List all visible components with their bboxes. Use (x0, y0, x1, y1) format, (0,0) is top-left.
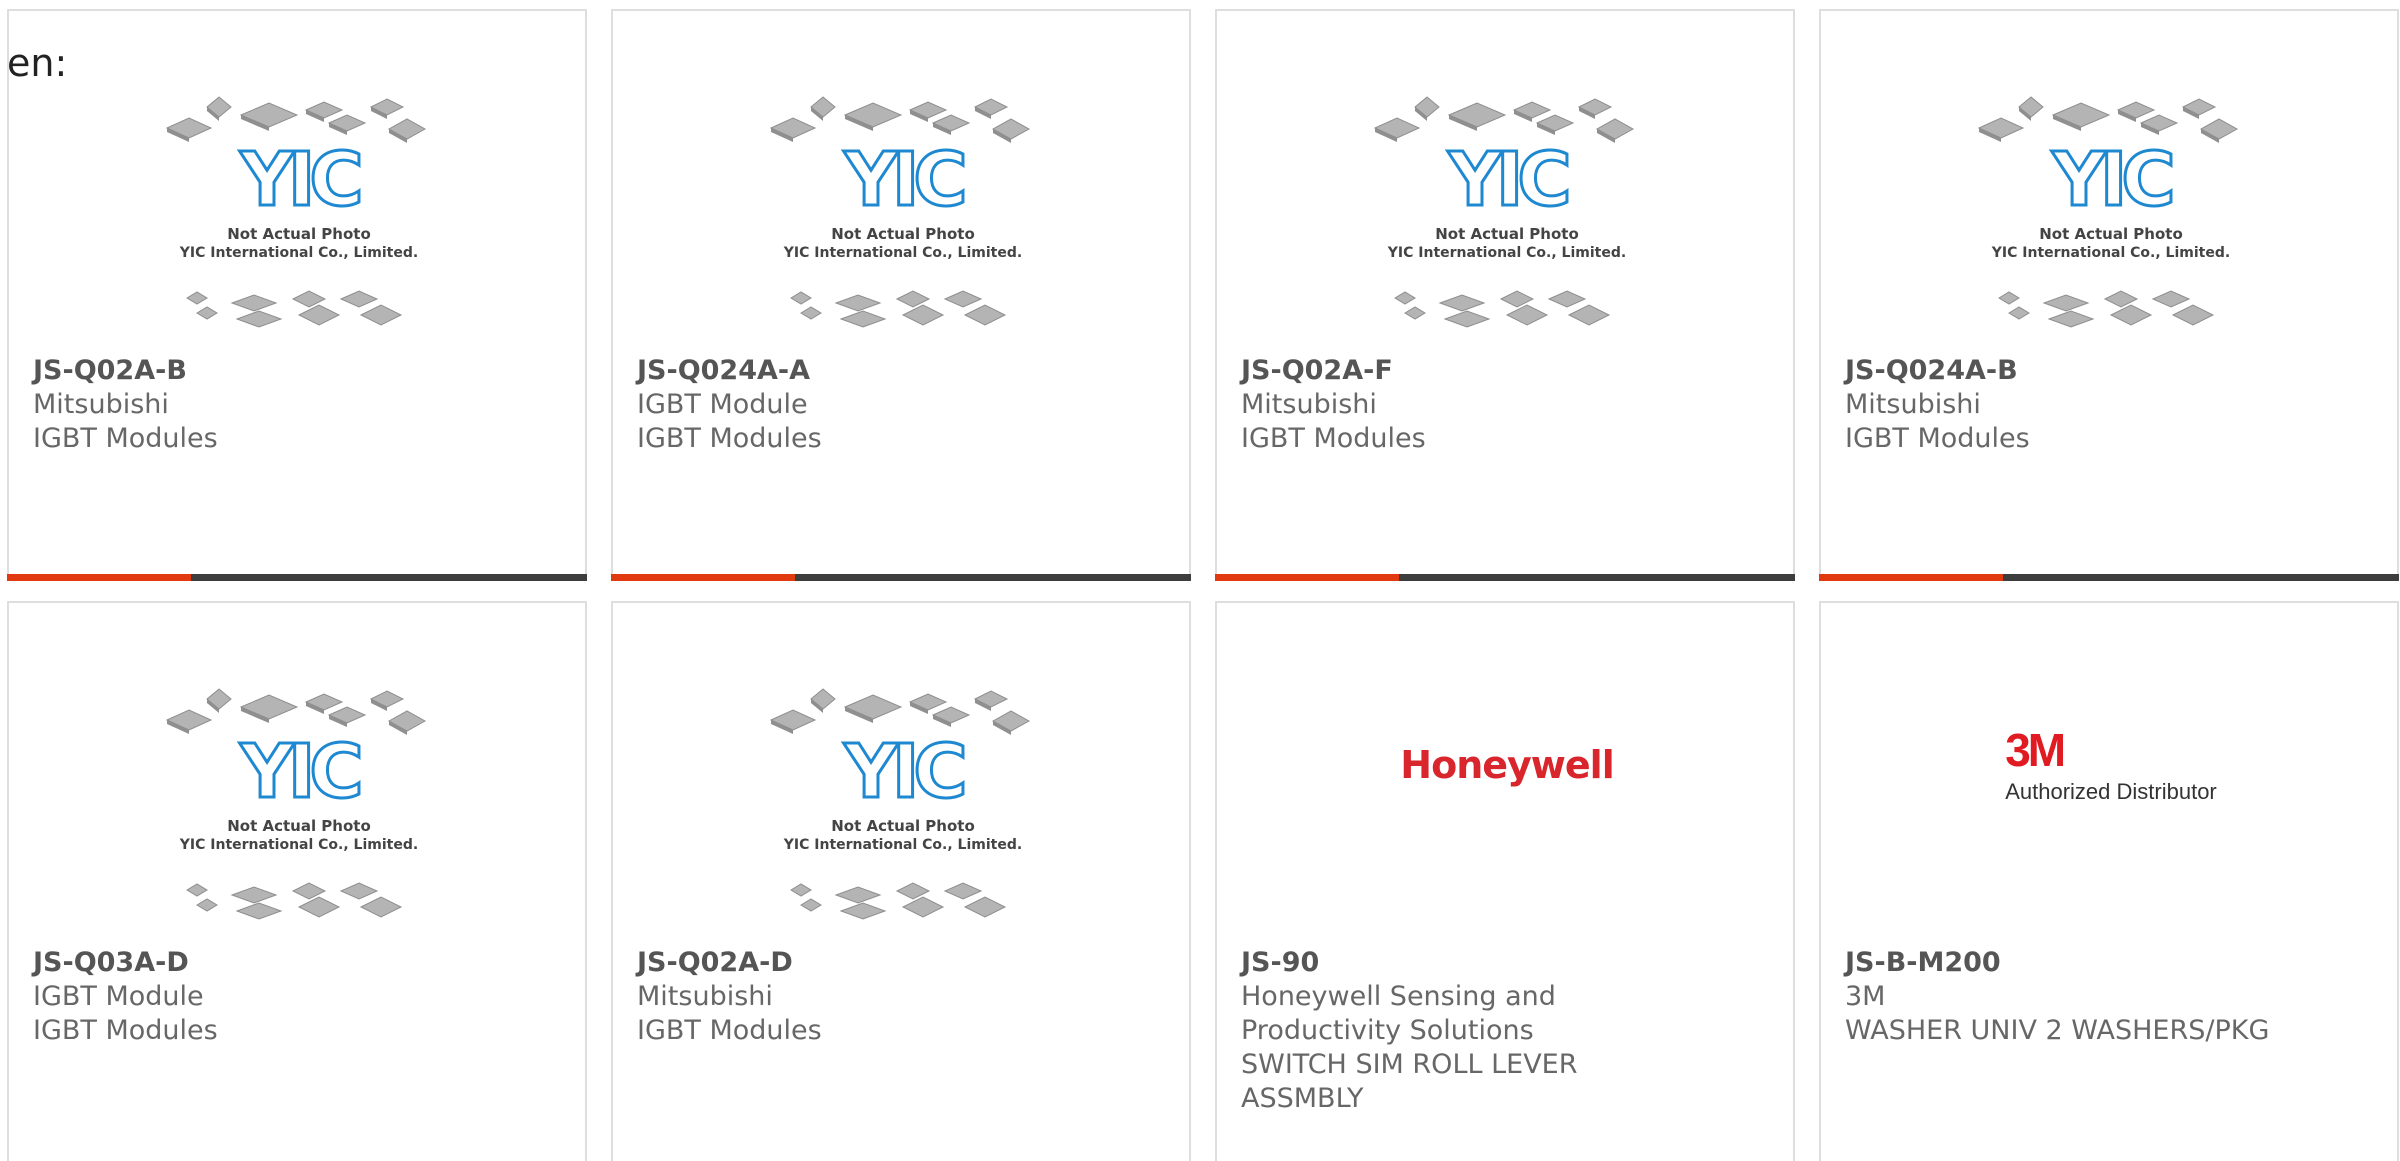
placeholder-caption-1: Not Actual Photo (831, 225, 975, 243)
product-info: JS-Q02A-B Mitsubishi IGBT Modules (33, 354, 561, 456)
product-card[interactable]: YIC Not Actual Photo YIC International Co.… (7, 9, 587, 581)
svg-text:YIC: YIC (2051, 137, 2171, 223)
svg-text:YIC: YIC (843, 137, 963, 223)
placeholder-caption-2: YIC International Co., Limited. (179, 245, 418, 261)
product-grid: YIC Not Actual Photo YIC International Co.… (7, 9, 2400, 1161)
placeholder-caption-1: Not Actual Photo (831, 817, 975, 835)
product-card[interactable]: YIC Not Actual Photo YIC International Co.… (7, 601, 587, 1161)
threem-logo: 3M (2005, 724, 2066, 776)
card-footer-bar (1819, 574, 2399, 581)
page: en: YIC Not Actual Photo YIC International… (0, 0, 2400, 1161)
part-number-link[interactable]: JS-Q024A-B (1845, 354, 2373, 388)
product-placeholder-image: YIC Not Actual Photo YIC International Co.… (165, 688, 427, 920)
product-placeholder-image: YIC Not Actual Photo YIC International Co.… (769, 688, 1031, 920)
placeholder-caption-1: Not Actual Photo (227, 817, 371, 835)
product-placeholder-image: YIC Not Actual Photo YIC International Co.… (1977, 96, 2239, 328)
placeholder-caption-2: YIC International Co., Limited. (783, 245, 1022, 261)
product-category: WASHER UNIV 2 WASHERS/PKG (1845, 1015, 2270, 1046)
svg-text:YIC: YIC (1447, 137, 1567, 223)
product-card[interactable]: YIC Not Actual Photo YIC International Co.… (611, 9, 1191, 581)
svg-text:YIC: YIC (843, 729, 963, 815)
product-placeholder-image: YIC Not Actual Photo YIC International Co.… (1373, 96, 1635, 328)
product-category: IGBT Modules (1845, 423, 2030, 454)
placeholder-caption-2: YIC International Co., Limited. (1387, 245, 1626, 261)
product-detail: Honeywell Sensing and (1241, 981, 1556, 1012)
authorized-distributor-label: Authorized Distributor (2005, 779, 2217, 804)
product-detail: Mitsubishi (1845, 389, 1981, 420)
card-footer-bar (1215, 574, 1795, 581)
part-number-link[interactable]: JS-90 (1241, 946, 1769, 980)
product-detail: SWITCH SIM ROLL LEVER (1241, 1049, 1578, 1080)
product-detail: 3M (1845, 981, 1886, 1012)
product-info: JS-Q024A-A IGBT Module IGBT Modules (637, 354, 1165, 456)
part-number-link[interactable]: JS-Q024A-A (637, 354, 1165, 388)
placeholder-caption-1: Not Actual Photo (227, 225, 371, 243)
product-card[interactable]: Honeywell JS-90 Honeywell Sensing and Produ… (1215, 601, 1795, 1161)
product-placeholder-image: YIC Not Actual Photo YIC International Co.… (165, 96, 427, 328)
product-card[interactable]: YIC Not Actual Photo YIC International Co.… (1819, 9, 2399, 581)
product-detail: Productivity Solutions (1241, 1015, 1534, 1046)
product-info: JS-Q03A-D IGBT Module IGBT Modules (33, 946, 561, 1048)
card-footer-bar (7, 574, 587, 581)
card-footer-bar (611, 574, 1191, 581)
language-label: en: (7, 41, 68, 85)
product-info: JS-B-M200 3M WASHER UNIV 2 WASHERS/PKG (1845, 946, 2373, 1048)
product-info: JS-Q02A-D Mitsubishi IGBT Modules (637, 946, 1165, 1048)
product-info: JS-Q02A-F Mitsubishi IGBT Modules (1241, 354, 1769, 456)
part-number-link[interactable]: JS-Q02A-D (637, 946, 1165, 980)
placeholder-caption-2: YIC International Co., Limited. (179, 837, 418, 853)
product-card[interactable]: YIC Not Actual Photo YIC International Co.… (1215, 9, 1795, 581)
product-detail: Mitsubishi (33, 389, 169, 420)
part-number-link[interactable]: JS-B-M200 (1845, 946, 2373, 980)
product-placeholder-image: YIC Not Actual Photo YIC International Co.… (769, 96, 1031, 328)
product-detail: IGBT Module (637, 389, 808, 420)
product-thumbnail[interactable]: YIC Not Actual Photo YIC International Co.… (1217, 93, 1797, 353)
product-info: JS-90 Honeywell Sensing and Productivity S… (1241, 946, 1769, 1116)
product-thumbnail[interactable]: YIC Not Actual Photo YIC International Co.… (613, 685, 1193, 945)
product-detail: IGBT Module (33, 981, 204, 1012)
product-thumbnail[interactable]: YIC Not Actual Photo YIC International Co.… (9, 685, 589, 945)
product-thumbnail[interactable]: YIC Not Actual Photo YIC International Co.… (9, 93, 589, 353)
product-category: ASSMBLY (1241, 1083, 1364, 1114)
part-number-link[interactable]: JS-Q02A-F (1241, 354, 1769, 388)
product-category: IGBT Modules (637, 423, 822, 454)
product-card[interactable]: 3M Authorized Distributor JS-B-M200 3M WASHE… (1819, 601, 2399, 1161)
card-accent-bar (611, 574, 795, 581)
product-category: IGBT Modules (1241, 423, 1426, 454)
part-number-link[interactable]: JS-Q02A-B (33, 354, 561, 388)
card-accent-bar (7, 574, 191, 581)
product-detail: Mitsubishi (1241, 389, 1377, 420)
product-info: JS-Q024A-B Mitsubishi IGBT Modules (1845, 354, 2373, 456)
product-thumbnail[interactable]: YIC Not Actual Photo YIC International Co.… (1821, 93, 2400, 353)
card-accent-bar (1819, 574, 2003, 581)
honeywell-logo[interactable]: Honeywell (1217, 743, 1797, 787)
product-detail: Mitsubishi (637, 981, 773, 1012)
placeholder-caption-2: YIC International Co., Limited. (783, 837, 1022, 853)
product-category: IGBT Modules (33, 1015, 218, 1046)
product-category: IGBT Modules (637, 1015, 822, 1046)
product-card[interactable]: YIC Not Actual Photo YIC International Co.… (611, 601, 1191, 1161)
card-accent-bar (1215, 574, 1399, 581)
placeholder-caption-1: Not Actual Photo (1435, 225, 1579, 243)
placeholder-caption-1: Not Actual Photo (2039, 225, 2183, 243)
svg-text:YIC: YIC (239, 729, 359, 815)
product-category: IGBT Modules (33, 423, 218, 454)
part-number-link[interactable]: JS-Q03A-D (33, 946, 561, 980)
placeholder-caption-2: YIC International Co., Limited. (1991, 245, 2230, 261)
product-thumbnail[interactable]: YIC Not Actual Photo YIC International Co.… (613, 93, 1193, 353)
svg-text:YIC: YIC (239, 137, 359, 223)
threem-logo-block[interactable]: 3M Authorized Distributor (1821, 727, 2400, 805)
